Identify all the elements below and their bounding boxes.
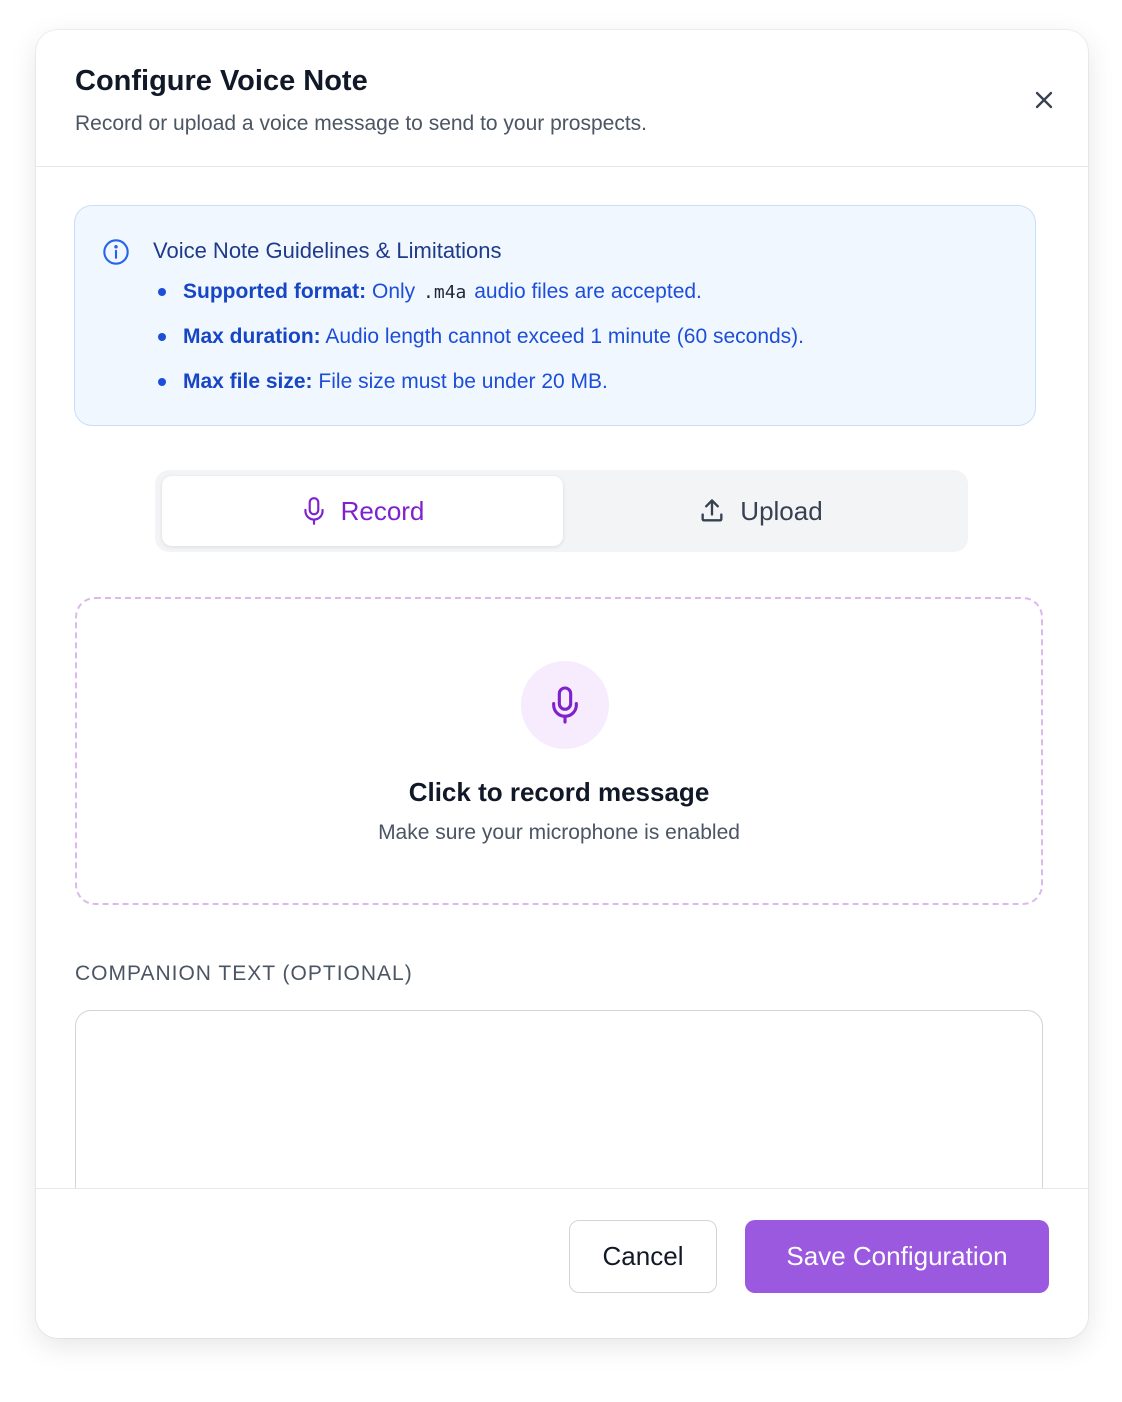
bullet (158, 288, 166, 296)
microphone-icon (552, 686, 578, 724)
guideline-text: audio files are accepted. (474, 280, 702, 303)
record-zone-title: Click to record message (408, 777, 710, 807)
guideline-max-duration: Max duration: Audio length cannot exceed… (153, 323, 804, 368)
dialog-title: Configure Voice Note (75, 65, 368, 97)
bullet (158, 378, 166, 386)
tab-upload-label: Upload (740, 495, 823, 526)
companion-text-label: COMPANION TEXT (OPTIONAL) (75, 962, 413, 985)
guideline-max-file-size: Max file size: File size must be under 2… (153, 368, 804, 413)
guidelines-list: Supported format: Only .m4a audio files … (153, 278, 804, 413)
upload-icon (701, 499, 723, 522)
guideline-supported-format: Supported format: Only .m4a audio files … (153, 278, 804, 323)
tab-upload[interactable]: Upload (560, 476, 961, 546)
dialog-subtitle: Record or upload a voice message to send… (75, 112, 647, 135)
guideline-label: Max duration: (183, 325, 321, 348)
guidelines-title: Voice Note Guidelines & Limitations (153, 238, 502, 263)
format-code: .m4a (423, 282, 467, 303)
mode-tabs: Record Upload (155, 470, 968, 552)
guideline-text: Audio length cannot exceed 1 minute (60 … (325, 325, 805, 348)
record-mic-button[interactable] (521, 661, 609, 749)
bullet (158, 333, 166, 341)
save-configuration-button[interactable]: Save Configuration (745, 1220, 1049, 1293)
dialog-header: Configure Voice Note Record or upload a … (36, 30, 1088, 167)
voice-note-dialog: Configure Voice Note Record or upload a … (36, 30, 1088, 1338)
record-zone-subtitle: Make sure your microphone is enabled (378, 821, 740, 844)
microphone-icon (303, 497, 324, 525)
guideline-text: File size must be under 20 MB. (318, 370, 608, 393)
guideline-label: Supported format: (183, 280, 367, 303)
close-button[interactable] (1030, 86, 1058, 114)
guidelines-box: Voice Note Guidelines & Limitations Supp… (74, 205, 1036, 426)
guideline-label: Max file size: (183, 370, 313, 393)
tab-record-label: Record (340, 495, 425, 526)
info-icon (103, 239, 129, 265)
record-zone[interactable]: Click to record message Make sure your m… (75, 597, 1043, 905)
close-icon (1035, 91, 1053, 109)
cancel-button[interactable]: Cancel (569, 1220, 717, 1293)
dialog-footer: Cancel Save Configuration (36, 1188, 1088, 1338)
tab-record[interactable]: Record (162, 476, 563, 546)
guideline-text: Only (372, 280, 416, 303)
